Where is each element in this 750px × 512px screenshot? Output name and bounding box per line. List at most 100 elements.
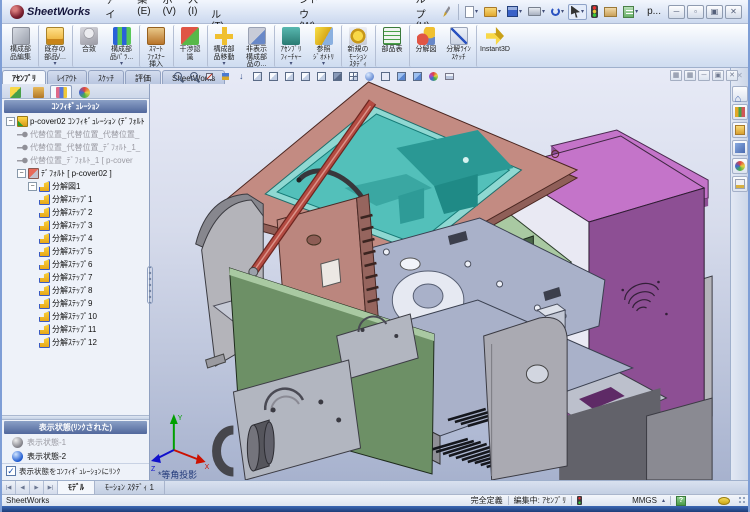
tree-item[interactable]: p-cover02 ｺﾝﾌｨｷﾞｭﾚｰｼｮﾝ (ﾃﾞﾌｫﾙﾄ bbox=[2, 115, 149, 128]
interference-detection-button[interactable]: 干渉認 識 bbox=[173, 25, 206, 67]
dropdown-arrow-icon[interactable] bbox=[322, 61, 325, 67]
taskpane-design-library-tab[interactable] bbox=[732, 104, 748, 120]
new-document-button[interactable] bbox=[463, 5, 480, 19]
tree-item[interactable]: 分解ｽﾃｯﾌﾟ4 bbox=[2, 232, 149, 245]
first-tab-button[interactable]: |◀ bbox=[2, 481, 16, 494]
tree-item[interactable]: 分解ｽﾃｯﾌﾟ8 bbox=[2, 284, 149, 297]
wireframe-icon[interactable] bbox=[378, 69, 393, 84]
display-state-item[interactable]: 表示状態-2 bbox=[2, 449, 149, 463]
viewport-pane-left-icon[interactable] bbox=[670, 70, 682, 81]
dropdown-arrow-icon[interactable] bbox=[498, 9, 501, 15]
tree-item[interactable]: ﾃﾞﾌｫﾙﾄ [ p-cover02 ] bbox=[2, 167, 149, 180]
viewport-minimize-icon[interactable] bbox=[698, 70, 710, 81]
dropdown-arrow-icon[interactable] bbox=[542, 9, 545, 15]
view-isometric-icon[interactable] bbox=[330, 69, 345, 84]
select-button[interactable] bbox=[568, 4, 587, 20]
units-dropdown-icon[interactable]: ▴ bbox=[662, 497, 665, 504]
dropdown-arrow-icon[interactable] bbox=[519, 9, 522, 15]
display-manager-tab[interactable] bbox=[73, 85, 95, 98]
component-pattern-button[interactable]: 構成部 品ﾊﾟﾗ... bbox=[105, 25, 138, 67]
smart-fasteners-button[interactable]: ｽﾏｰﾄ ﾌｧｽﾅｰ 挿入 bbox=[139, 25, 172, 67]
taskpane-custom-properties-tab[interactable] bbox=[732, 176, 748, 192]
options-button[interactable] bbox=[602, 6, 619, 18]
tab-sketch[interactable]: ｽｹｯﾁ bbox=[88, 70, 124, 84]
tab-assembly[interactable]: ｱｾﾝﾌﾞﾘ bbox=[2, 70, 46, 84]
open-button[interactable] bbox=[482, 6, 503, 18]
exploded-view-button[interactable]: 分解図 bbox=[409, 25, 442, 67]
graphics-area[interactable]: Y X Z *等角投影 bbox=[150, 68, 730, 480]
assembly-features-button[interactable]: ｱｾﾝﾌﾞﾘ ﾌｨｰﾁｬｰ bbox=[274, 25, 307, 67]
viewport-restore-icon[interactable] bbox=[712, 70, 724, 81]
maximize-button[interactable] bbox=[706, 5, 723, 19]
taskpane-view-palette-tab[interactable] bbox=[732, 140, 748, 156]
tree-item[interactable]: 分解ｽﾃｯﾌﾟ9 bbox=[2, 297, 149, 310]
zoom-area-icon[interactable] bbox=[186, 69, 201, 84]
insert-components-button[interactable]: 既存の 部品/... bbox=[38, 25, 71, 67]
tree-item[interactable]: 分解ｽﾃｯﾌﾟ6 bbox=[2, 258, 149, 271]
dropdown-arrow-icon[interactable] bbox=[475, 9, 478, 15]
property-manager-tab[interactable] bbox=[27, 85, 49, 98]
dropdown-arrow-icon[interactable] bbox=[289, 61, 292, 67]
edit-appearance-icon[interactable] bbox=[426, 69, 441, 84]
tree-item[interactable]: 代替位置_ﾃﾞﾌｫﾙﾄ_1 [ p-cover bbox=[2, 154, 149, 167]
minimize-button[interactable] bbox=[668, 5, 685, 19]
tree-item[interactable]: 分解ｽﾃｯﾌﾟ7 bbox=[2, 271, 149, 284]
taskpane-resources-tab[interactable] bbox=[732, 86, 748, 102]
new-motion-study-button[interactable]: 新規の ﾓｰｼｮﾝ ｽﾀﾃﾞｨ bbox=[341, 25, 374, 67]
tree-item[interactable]: 分解ｽﾃｯﾌﾟ12 bbox=[2, 336, 149, 349]
taskpane-appearances-tab[interactable] bbox=[732, 158, 748, 174]
feature-manager-tab[interactable] bbox=[4, 85, 26, 98]
zoom-fit-icon[interactable] bbox=[170, 69, 185, 84]
hidden-lines-icon[interactable] bbox=[394, 69, 409, 84]
show-hidden-components-button[interactable]: 非表示 構成部 品の... bbox=[240, 25, 273, 67]
view-right-icon[interactable] bbox=[298, 69, 313, 84]
tab-layout[interactable]: ﾚｲｱｳﾄ bbox=[47, 70, 87, 84]
tab-model[interactable]: ﾓﾃﾞﾙ bbox=[58, 481, 95, 494]
next-tab-button[interactable]: ▶ bbox=[30, 481, 44, 494]
tab-evaluate[interactable]: 評価 bbox=[125, 70, 161, 84]
mate-button[interactable]: 合致 bbox=[72, 25, 105, 67]
expand-toggle[interactable] bbox=[28, 182, 37, 191]
move-component-button[interactable]: 構成部 品移動 bbox=[207, 25, 240, 67]
dropdown-arrow-icon[interactable] bbox=[53, 61, 56, 67]
save-button[interactable] bbox=[505, 5, 524, 18]
panel-resize-handle[interactable] bbox=[147, 266, 153, 304]
dropdown-arrow-icon[interactable] bbox=[561, 9, 564, 15]
rebuild-button[interactable] bbox=[589, 4, 600, 19]
units-selector[interactable]: MMGS bbox=[632, 496, 657, 505]
dropdown-arrow-icon[interactable] bbox=[222, 61, 225, 67]
tag-icon[interactable] bbox=[718, 497, 730, 505]
tab-motion-study-1[interactable]: ﾓｰｼｮﾝ ｽﾀﾃﾞｨ 1 bbox=[95, 481, 165, 494]
expand-toggle[interactable] bbox=[6, 117, 15, 126]
explode-line-sketch-button[interactable]: 分解ﾗｲﾝ ｽｹｯﾁ bbox=[442, 25, 475, 67]
view-orientation-icon[interactable] bbox=[346, 69, 361, 84]
tree-item[interactable]: 分解ｽﾃｯﾌﾟ10 bbox=[2, 310, 149, 323]
measure-icon[interactable] bbox=[218, 69, 233, 84]
tree-item[interactable]: 分解ｽﾃｯﾌﾟ11 bbox=[2, 323, 149, 336]
normal-to-icon[interactable] bbox=[234, 69, 249, 84]
apply-scene-icon[interactable] bbox=[442, 69, 457, 84]
dropdown-arrow-icon[interactable] bbox=[581, 9, 584, 15]
instant3d-button[interactable]: Instant3D bbox=[476, 25, 513, 67]
taskpane-file-explorer-tab[interactable] bbox=[732, 122, 748, 138]
view-back-icon[interactable] bbox=[266, 69, 281, 84]
tree-item[interactable]: 分解ｽﾃｯﾌﾟ3 bbox=[2, 219, 149, 232]
task-list-button[interactable] bbox=[621, 5, 640, 19]
link-display-states-checkbox[interactable] bbox=[6, 466, 16, 476]
prev-tab-button[interactable]: ◀ bbox=[16, 481, 30, 494]
display-state-item[interactable]: 表示状態-1 bbox=[2, 435, 149, 449]
view-top-icon[interactable] bbox=[314, 69, 329, 84]
print-button[interactable] bbox=[526, 6, 547, 17]
resize-grip[interactable] bbox=[738, 496, 747, 505]
configuration-manager-tab[interactable] bbox=[50, 85, 72, 98]
viewport-pane-right-icon[interactable] bbox=[684, 70, 696, 81]
edit-component-button[interactable]: 構成部 品編集 bbox=[4, 25, 37, 67]
shaded-with-edges-icon[interactable] bbox=[410, 69, 425, 84]
tree-item[interactable]: 分解ｽﾃｯﾌﾟ1 bbox=[2, 193, 149, 206]
tree-item[interactable]: 代替位置_代替位置_ﾃﾞﾌｫﾙﾄ_1_ bbox=[2, 141, 149, 154]
reference-geometry-button[interactable]: 参照 ｼﾞｵﾒﾄﾘ bbox=[307, 25, 340, 67]
last-tab-button[interactable]: ▶| bbox=[44, 481, 58, 494]
undo-button[interactable] bbox=[549, 6, 566, 17]
dropdown-arrow-icon[interactable] bbox=[120, 61, 123, 67]
section-view-icon[interactable] bbox=[202, 69, 217, 84]
